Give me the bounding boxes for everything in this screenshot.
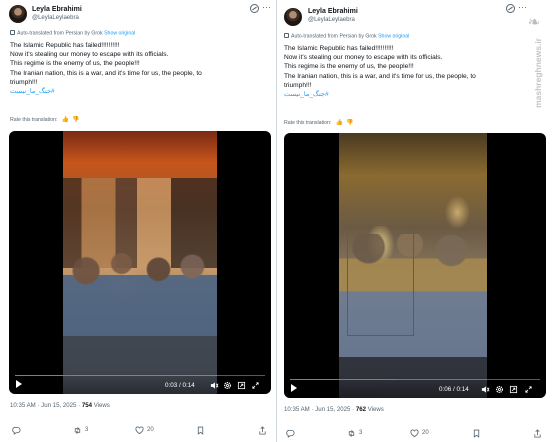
rate-translation: Rate this translation: 👍 👎 [10,116,80,123]
thumbs-up-icon[interactable]: 👍 [336,119,343,126]
video-player[interactable]: 0:06 / 0:14 [284,133,546,398]
volume-icon[interactable] [210,381,219,390]
video-progress-fill [15,374,68,376]
watermark: ❧ mashreghnews.ir [519,10,549,118]
retweet-button[interactable]: 3 [347,427,362,439]
pip-icon[interactable] [509,385,518,394]
watermark-text: mashreghnews.ir [533,38,543,108]
tweet-line: triumph!!! [284,81,312,89]
volume-icon[interactable] [481,385,490,394]
thumbs-up-icon[interactable]: 👍 [62,116,69,123]
tweet-body: The Islamic Republic has failed!!!!!!!!!… [10,41,202,96]
tweet-line: Now it's stealing our money to escape wi… [284,54,443,62]
retweet-icon [74,426,81,434]
highlight-box [347,225,414,336]
pip-icon[interactable] [237,381,246,390]
avatar[interactable] [9,5,27,23]
video-frame [63,131,217,394]
display-name[interactable]: Leyla Ebrahimi [308,8,358,15]
like-button[interactable]: 20 [135,424,154,436]
share-icon [259,425,266,435]
action-bar: 3 20 [277,427,554,439]
tweet-line: triumph!!! [10,78,38,86]
tweet-line: The Iranian nation, this is a war, and i… [10,69,202,77]
show-original-link[interactable]: Show original [378,34,409,40]
views-label: Views [366,406,384,413]
grok-icon[interactable] [506,4,515,13]
more-options-icon[interactable]: ··· [262,2,271,12]
user-handle[interactable]: @LeylaLeylaebra [308,17,355,23]
avatar[interactable] [284,8,302,26]
hashtag-link[interactable]: #جنگ_ما_نیست [10,87,202,96]
tweet-meta: 10:35 AM · Jun 15, 2025 · 762 Views [284,406,384,413]
hashtag-link[interactable]: #جنگ_ما_نیست [284,90,476,99]
rate-label: Rate this translation: [10,117,58,123]
share-button[interactable] [258,424,267,436]
watermark-logo: ❧ [527,13,541,31]
tweet-card-1: Leyla Ebrahimi @LeylaLeylaebra ··· Auto-… [0,0,276,442]
share-button[interactable] [533,427,542,439]
video-progress-bar[interactable] [290,378,540,380]
reply-icon [12,426,21,435]
video-timecode: 0:03 / 0:14 [165,382,195,389]
bookmark-icon [197,426,204,435]
tweet-timestamp[interactable]: 10:35 AM · Jun 15, 2025 · [284,406,356,413]
views-label: Views [92,402,110,409]
play-icon[interactable] [291,384,297,392]
video-player[interactable]: 0:03 / 0:14 [9,131,271,394]
show-original-link[interactable]: Show original [104,31,135,37]
retweet-count: 3 [359,430,363,436]
tweet-line: This regime is the enemy of us, the peop… [10,60,140,68]
settings-gear-icon[interactable] [495,385,504,394]
tweet-meta: 10:35 AM · Jun 15, 2025 · 754 Views [10,402,110,409]
reply-icon [286,429,295,438]
translation-note: Auto-translated from Persian by Grok Sho… [10,30,135,37]
retweet-icon [348,429,355,437]
user-handle[interactable]: @LeylaLeylaebra [32,15,79,21]
fullscreen-icon[interactable] [524,385,533,394]
video-progress-bar[interactable] [15,374,265,376]
fullscreen-icon[interactable] [251,381,260,390]
rate-translation: Rate this translation: 👍 👎 [284,119,354,126]
play-icon[interactable] [16,380,22,388]
tweet-line: The Islamic Republic has failed!!!!!!!!!… [284,45,394,52]
view-count: 754 [81,402,92,409]
translation-note-text: Auto-translated from Persian by Grok [17,30,103,37]
bookmark-button[interactable] [196,424,205,436]
translation-note-text: Auto-translated from Persian by Grok [291,33,377,40]
action-bar: 3 20 [0,424,276,436]
translate-icon [284,33,289,38]
grok-icon[interactable] [250,4,259,13]
like-count: 20 [147,427,154,433]
bookmark-icon [473,429,480,438]
tweet-line: The Iranian nation, this is a war, and i… [284,72,476,80]
video-timecode: 0:06 / 0:14 [439,386,469,393]
tweet-timestamp[interactable]: 10:35 AM · Jun 15, 2025 · [10,402,82,409]
tweet-line: Now it's stealing our money to escape wi… [10,51,169,59]
thumbs-down-icon[interactable]: 👎 [72,116,79,123]
retweet-count: 3 [85,427,89,433]
retweet-button[interactable]: 3 [73,424,88,436]
like-count: 20 [422,430,429,436]
tweet-line: The Islamic Republic has failed!!!!!!!!!… [10,42,120,49]
video-progress-fill [290,378,398,380]
heart-icon [410,429,419,437]
display-name[interactable]: Leyla Ebrahimi [32,6,82,13]
view-count: 762 [355,406,366,413]
rate-label: Rate this translation: [284,120,332,126]
bookmark-button[interactable] [472,427,481,439]
share-icon [534,428,541,438]
translation-note: Auto-translated from Persian by Grok Sho… [284,33,409,40]
reply-button[interactable] [286,427,295,439]
settings-gear-icon[interactable] [223,381,232,390]
translate-icon [10,30,15,35]
tweet-card-2: Leyla Ebrahimi @LeylaLeylaebra ··· Auto-… [277,0,554,442]
heart-icon [135,426,144,434]
tweet-body: The Islamic Republic has failed!!!!!!!!!… [284,44,476,99]
like-button[interactable]: 20 [410,427,429,439]
tweet-line: This regime is the enemy of us, the peop… [284,63,414,71]
thumbs-down-icon[interactable]: 👎 [346,119,353,126]
reply-button[interactable] [12,424,21,436]
